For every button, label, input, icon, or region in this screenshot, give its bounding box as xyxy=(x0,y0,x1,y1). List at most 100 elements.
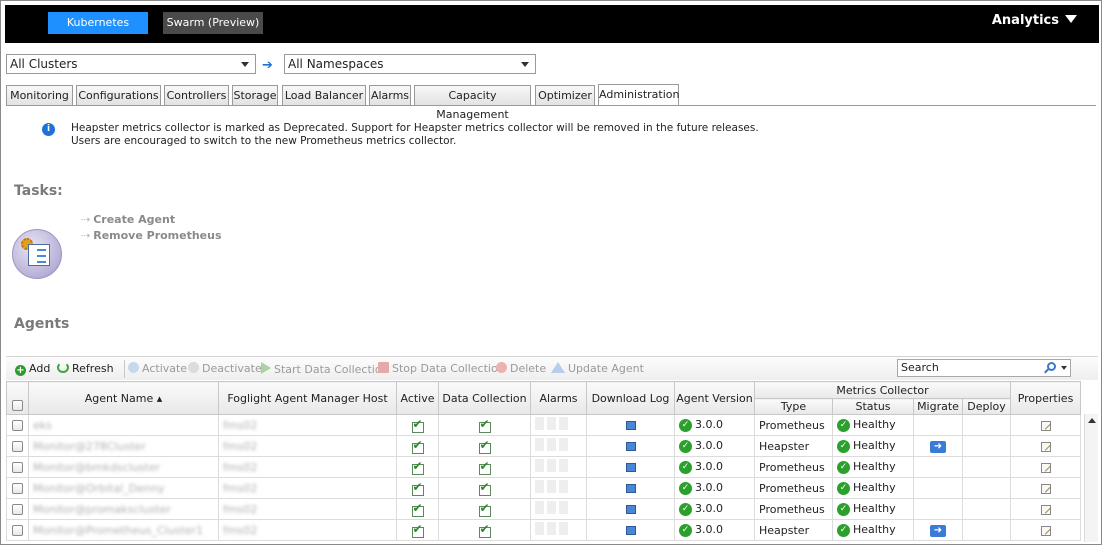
migrate-header[interactable]: Migrate xyxy=(913,398,963,415)
tab-load-balancer[interactable]: Load Balancer xyxy=(282,85,366,105)
table-row[interactable]: Monitor@bmkdscluster fms02 ✓3.0.0 Promet… xyxy=(6,456,1081,478)
refresh-button[interactable]: Refresh xyxy=(57,362,114,375)
alarms-cell xyxy=(530,456,587,478)
remove-prometheus-label: Remove Prometheus xyxy=(93,229,222,242)
row-checkbox[interactable] xyxy=(12,504,23,515)
edit-properties-icon[interactable] xyxy=(1040,504,1051,515)
update-agent-button[interactable]: Update Agent xyxy=(551,362,644,375)
agent-name-cell: Monitor@promakscluster xyxy=(28,498,219,520)
stop-data-collection-button[interactable]: Stop Data Collection xyxy=(378,362,505,375)
agent-version: 3.0.0 xyxy=(695,418,723,432)
status-cell: ✓ Healthy xyxy=(832,519,914,541)
chevron-down-icon xyxy=(521,62,529,67)
row-checkbox[interactable] xyxy=(12,462,23,473)
migrate-icon[interactable]: ➜ xyxy=(930,440,946,453)
toolbar-separator xyxy=(124,360,125,378)
edit-properties-icon[interactable] xyxy=(1040,441,1051,452)
agent-version-header[interactable]: Agent Version xyxy=(674,381,755,415)
properties-header[interactable]: Properties xyxy=(1010,381,1081,415)
download-log-icon[interactable] xyxy=(625,484,636,493)
deactivate-button[interactable]: Deactivate xyxy=(188,362,262,375)
table-row[interactable]: Monitor@promakscluster fms02 ✓3.0.0 Prom… xyxy=(6,498,1081,520)
tab-alarms[interactable]: Alarms xyxy=(369,85,411,105)
data-collection-cell xyxy=(438,414,531,436)
status-text: Healthy xyxy=(853,418,896,432)
data-collection-cell xyxy=(438,477,531,499)
download-log-icon[interactable] xyxy=(625,526,636,535)
table-row[interactable]: eks fms02 ✓3.0.0 Prometheus ✓Healthy xyxy=(6,414,1081,436)
host-header[interactable]: Foglight Agent Manager Host xyxy=(218,381,397,415)
search-icon[interactable] xyxy=(1047,362,1056,371)
tab-administration[interactable]: Administration xyxy=(598,84,680,105)
type-header[interactable]: Type xyxy=(754,398,833,415)
download-log-cell xyxy=(586,498,675,520)
version-cell: ✓ 3.0.0 xyxy=(674,477,755,499)
status-header[interactable]: Status xyxy=(832,398,914,415)
version-cell: ✓ 3.0.0 xyxy=(674,414,755,436)
edit-properties-icon[interactable] xyxy=(1040,462,1051,473)
analytics-label: Analytics xyxy=(991,13,1059,28)
row-checkbox[interactable] xyxy=(12,441,23,452)
create-agent-link[interactable]: ⇢ Create Agent xyxy=(81,213,175,226)
edit-properties-icon[interactable] xyxy=(1040,525,1051,536)
deploy-header[interactable]: Deploy xyxy=(962,398,1011,415)
tab-capacity-management[interactable]: Capacity Management xyxy=(414,85,531,121)
search-placeholder: Search xyxy=(901,361,939,374)
add-button[interactable]: + Add xyxy=(15,362,50,376)
table-row[interactable]: Monitor@Orbital_Denny fms02 ✓3.0.0 Prome… xyxy=(6,477,1081,499)
namespace-select[interactable]: All Namespaces xyxy=(284,54,536,74)
kubernetes-button[interactable]: Kubernetes xyxy=(48,12,148,34)
chevron-down-icon[interactable] xyxy=(1061,366,1067,370)
start-data-collection-button[interactable]: Start Data Collection xyxy=(261,362,389,376)
active-cell xyxy=(396,477,439,499)
alarm-counters xyxy=(535,501,571,517)
row-checkbox-cell xyxy=(6,456,29,478)
row-checkbox[interactable] xyxy=(12,483,23,494)
active-check-icon xyxy=(411,417,424,433)
edit-properties-icon[interactable] xyxy=(1040,420,1051,431)
data-collection-header[interactable]: Data Collection xyxy=(438,381,531,415)
refresh-label: Refresh xyxy=(72,362,114,375)
table-row[interactable]: Monitor@Prometheus_Cluster1 fms02 ✓3.0.0… xyxy=(6,519,1081,541)
download-log-header[interactable]: Download Log xyxy=(586,381,675,415)
alarms-cell xyxy=(530,498,587,520)
agents-table: Agent Name ▴ Foglight Agent Manager Host… xyxy=(6,381,1081,541)
agent-name: Monitor@278Cluster xyxy=(33,439,146,453)
edit-properties-icon[interactable] xyxy=(1040,483,1051,494)
row-checkbox[interactable] xyxy=(12,420,23,431)
swarm-button[interactable]: Swarm (Preview) xyxy=(163,12,263,34)
search-input[interactable]: Search xyxy=(897,359,1071,377)
deploy-cell xyxy=(962,414,1011,436)
migrate-icon[interactable]: ➜ xyxy=(930,524,946,537)
tab-configurations[interactable]: Configurations xyxy=(76,85,161,105)
agent-host: fms02 xyxy=(223,460,258,474)
analytics-menu[interactable]: Analytics xyxy=(992,13,1077,28)
activate-button[interactable]: Activate xyxy=(128,362,187,375)
agent-name-header[interactable]: Agent Name ▴ xyxy=(28,381,219,415)
download-log-icon[interactable] xyxy=(625,421,636,430)
scroll-up-icon[interactable] xyxy=(1088,418,1096,423)
data-collection-check-icon xyxy=(478,459,491,475)
status-text: Healthy xyxy=(853,460,896,474)
tab-monitoring[interactable]: Monitoring xyxy=(6,85,73,105)
delete-button[interactable]: Delete xyxy=(496,362,546,375)
row-checkbox-cell xyxy=(6,435,29,457)
tab-optimizer[interactable]: Optimizer xyxy=(535,85,595,105)
active-header[interactable]: Active xyxy=(396,381,439,415)
agent-name-cell: Monitor@bmkdscluster xyxy=(28,456,219,478)
select-all-checkbox[interactable] xyxy=(12,399,23,411)
alarms-header[interactable]: Alarms xyxy=(530,381,587,415)
data-collection-cell xyxy=(438,456,531,478)
table-scrollbar[interactable] xyxy=(1084,414,1098,542)
download-log-icon[interactable] xyxy=(625,463,636,472)
row-checkbox[interactable] xyxy=(12,525,23,536)
cluster-select[interactable]: All Clusters xyxy=(6,54,256,74)
download-log-icon[interactable] xyxy=(625,505,636,514)
download-log-icon[interactable] xyxy=(625,442,636,451)
remove-prometheus-link[interactable]: ⇢ Remove Prometheus xyxy=(81,229,222,242)
deploy-cell xyxy=(962,435,1011,457)
tab-controllers[interactable]: Controllers xyxy=(164,85,229,105)
tab-storage[interactable]: Storage xyxy=(232,85,278,105)
table-row[interactable]: Monitor@278Cluster fms02 ✓3.0.0 Heapster… xyxy=(6,435,1081,457)
stop-icon xyxy=(378,362,389,373)
